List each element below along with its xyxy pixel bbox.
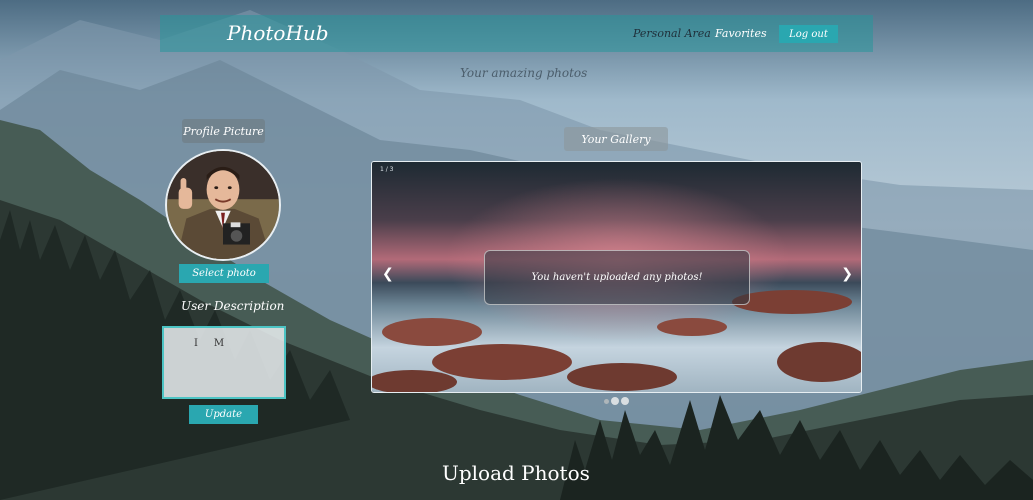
tagline: Your amazing photos: [460, 66, 588, 80]
empty-gallery-message: You haven't uploaded any photos!: [484, 250, 750, 305]
brand-logo[interactable]: PhotoHub: [227, 21, 329, 45]
avatar: [165, 149, 281, 261]
carousel-dot-1[interactable]: [604, 399, 609, 404]
gallery-title: Your Gallery: [564, 127, 668, 151]
carousel-dot-3[interactable]: [621, 397, 629, 405]
slide-counter: 1 / 3: [380, 166, 394, 173]
chevron-left-icon[interactable]: ❮: [382, 266, 394, 282]
upload-photos-title: Upload Photos: [442, 461, 590, 485]
logout-button[interactable]: Log out: [779, 25, 838, 43]
profile-picture-title: Profile Picture: [182, 119, 265, 143]
select-photo-button[interactable]: Select photo: [179, 264, 269, 283]
carousel-dot-2[interactable]: [611, 397, 619, 405]
chevron-right-icon[interactable]: ❯: [841, 266, 853, 282]
navbar: PhotoHub Personal Area Favorites Log out: [160, 15, 873, 52]
user-description-input[interactable]: I M: [162, 326, 286, 399]
nav-link-personal-area[interactable]: Personal Area: [633, 27, 711, 40]
profile-photo-image: [167, 151, 279, 259]
carousel-indicators: [604, 397, 629, 405]
gallery-carousel: 1 / 3 ❮ ❯ You haven't uploaded any photo…: [371, 161, 862, 393]
user-description-label: User Description: [181, 299, 285, 313]
update-button[interactable]: Update: [189, 405, 258, 424]
nav-link-favorites[interactable]: Favorites: [715, 27, 767, 40]
